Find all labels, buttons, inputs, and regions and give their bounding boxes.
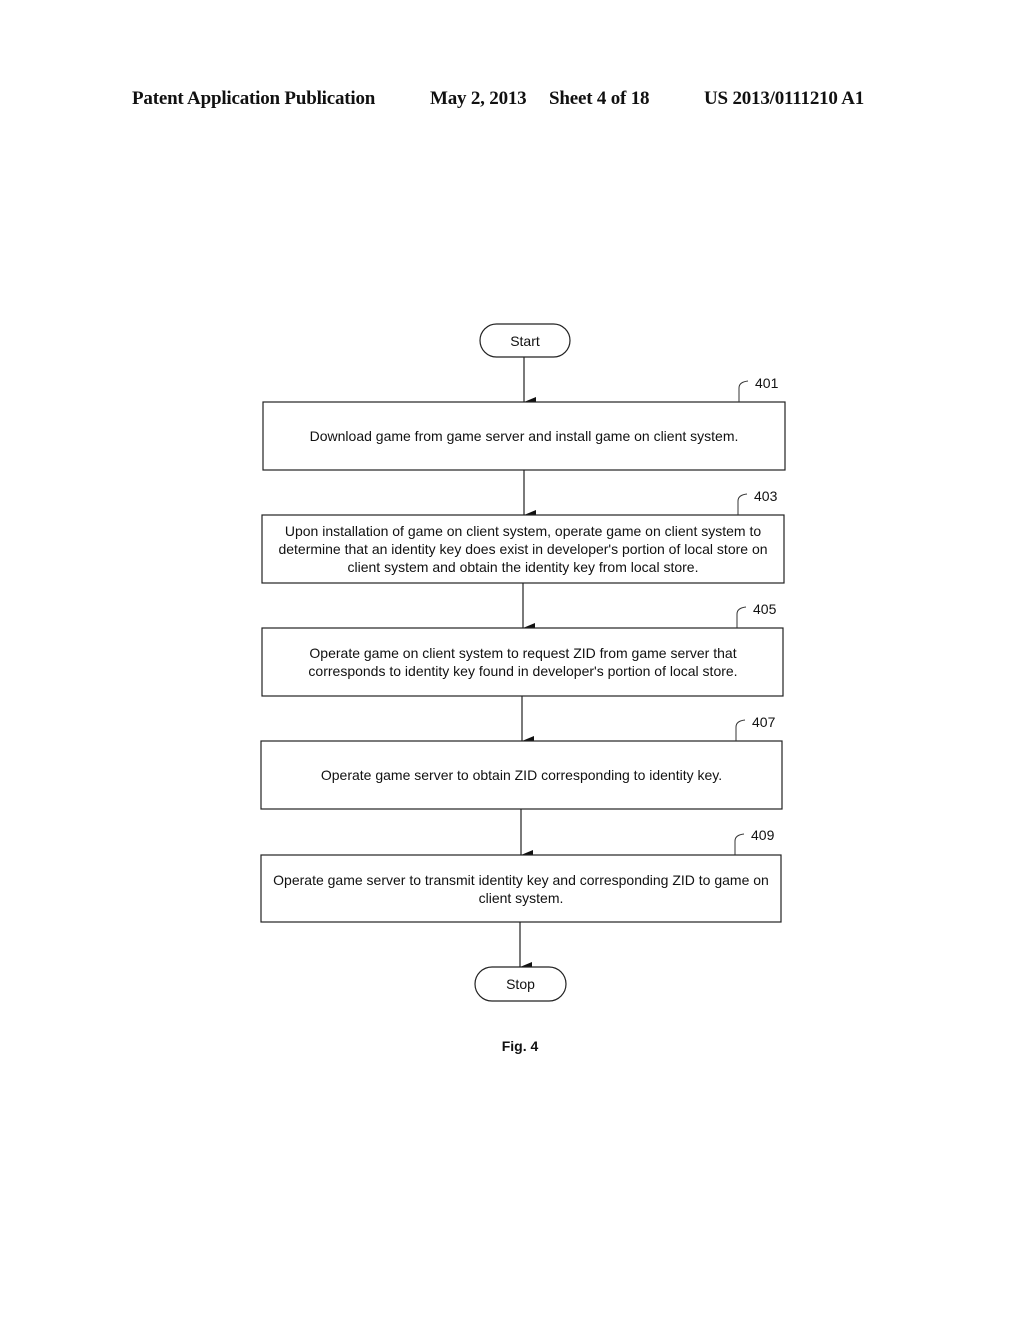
step-text-409: Operate game server to transmit identity… bbox=[273, 871, 769, 906]
stop-label: Stop bbox=[506, 976, 535, 992]
ref-leader-401 bbox=[738, 380, 749, 402]
step-text-405: Operate game on client system to request… bbox=[308, 645, 738, 679]
ref-numeral-401: 401 bbox=[755, 375, 779, 391]
ref-leader-403 bbox=[737, 493, 748, 515]
ref-numeral-403: 403 bbox=[754, 488, 778, 504]
ref-numeral-409: 409 bbox=[751, 827, 775, 843]
ref-numeral-407: 407 bbox=[752, 714, 776, 730]
step-text-407: Operate game server to obtain ZID corres… bbox=[320, 767, 723, 783]
step-text-403: Upon installation of game on client syst… bbox=[278, 523, 768, 575]
ref-numeral-405: 405 bbox=[753, 601, 777, 617]
ref-leader-407 bbox=[735, 719, 746, 741]
ref-leader-409 bbox=[734, 833, 745, 855]
step-text-401: Download game from game server and insta… bbox=[309, 428, 739, 444]
start-label: Start bbox=[510, 332, 540, 349]
figure-label: Fig. 4 bbox=[501, 1038, 539, 1054]
ref-leader-405 bbox=[736, 606, 747, 628]
